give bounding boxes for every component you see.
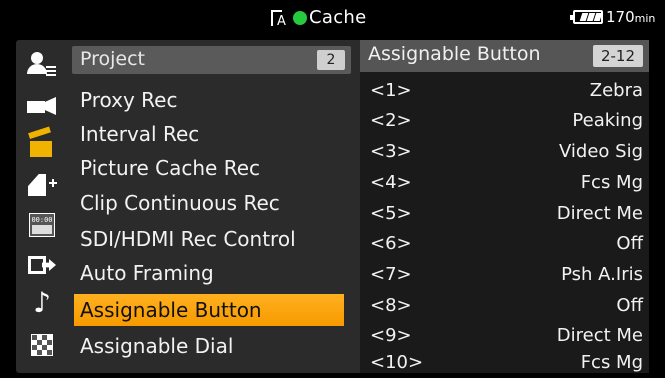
menu-item-assignable-dial[interactable]: Assignable Dial	[74, 330, 344, 362]
assign-key: <3>	[370, 141, 412, 162]
category-user[interactable]	[22, 48, 62, 82]
menu-item-picture-cache-rec[interactable]: Picture Cache Rec	[74, 152, 344, 184]
camera-icon	[27, 95, 57, 115]
assign-key: <5>	[370, 203, 412, 224]
assign-value: Peaking	[572, 110, 643, 131]
category-timecode[interactable]: 00:00	[22, 208, 62, 242]
panel-header: Assignable Button 2-12	[360, 40, 649, 72]
assign-value: Off	[616, 295, 643, 316]
battery-time-value: 170	[606, 8, 635, 26]
assign-key: <4>	[370, 172, 412, 193]
battery-time-unit: min	[634, 12, 656, 25]
timecode-icon: 00:00	[29, 213, 55, 237]
menu-list: Project 2 Proxy Rec Interval Rec Picture…	[70, 40, 403, 373]
category-column: 00:00 ♪	[16, 40, 70, 373]
media-slot-icon: A	[271, 9, 293, 29]
assign-key: <2>	[370, 110, 412, 131]
assign-value: Psh A.Iris	[561, 264, 643, 285]
menu-frame: 00:00 ♪ Project 2 Proxy Rec Interval Rec…	[16, 40, 649, 373]
user-settings-icon	[27, 52, 57, 78]
assign-value: Direct Me	[556, 325, 643, 346]
panel-title: Assignable Button	[368, 43, 541, 65]
audio-note-icon: ♪	[33, 286, 51, 319]
battery-icon	[570, 10, 603, 24]
battery-remaining: 170min	[606, 8, 655, 26]
assign-value: Fcs Mg	[580, 172, 643, 193]
media-slot-letter: A	[277, 14, 286, 29]
assignable-button-panel: Assignable Button 2-12 <1> Zebra <2> Peaki…	[360, 40, 649, 373]
assign-row[interactable]: <10> Fcs Mg	[360, 348, 649, 373]
category-output[interactable]	[22, 248, 62, 282]
assign-row[interactable]: <8> Off	[360, 291, 649, 320]
menu-item-assignable-button[interactable]: Assignable Button	[74, 294, 344, 326]
storage-label: Cache	[309, 7, 367, 28]
assign-row[interactable]: <9> Direct Me	[360, 321, 649, 350]
assign-row[interactable]: <3> Video Sig	[360, 137, 649, 166]
assign-value: Off	[616, 233, 643, 254]
assign-key: <6>	[370, 233, 412, 254]
assign-row[interactable]: <6> Off	[360, 229, 649, 258]
menu-item-proxy-rec[interactable]: Proxy Rec	[74, 84, 344, 116]
timecode-icon-text: 00:00	[31, 216, 53, 224]
status-bar: A Cache 170min	[0, 0, 665, 38]
assign-row[interactable]: <5> Direct Me	[360, 199, 649, 228]
menu-item-clip-continuous-rec[interactable]: Clip Continuous Rec	[74, 187, 344, 219]
assign-row[interactable]: <1> Zebra	[360, 76, 649, 105]
assign-value: Direct Me	[556, 203, 643, 224]
clapperboard-icon	[28, 126, 54, 159]
assign-value: Video Sig	[558, 141, 643, 162]
output-icon	[28, 254, 56, 276]
menu-item-auto-framing[interactable]: Auto Framing	[74, 257, 344, 289]
category-camera[interactable]	[22, 88, 62, 122]
display-checker-icon	[31, 334, 53, 356]
status-dot-icon	[293, 11, 307, 25]
category-display[interactable]	[22, 328, 62, 362]
media-card-icon	[28, 172, 57, 198]
menu-header-title: Project	[80, 48, 146, 70]
assign-row[interactable]: <7> Psh A.Iris	[360, 260, 649, 289]
category-audio[interactable]: ♪	[22, 286, 62, 320]
assign-key: <8>	[370, 295, 412, 316]
assign-row[interactable]: <2> Peaking	[360, 106, 649, 135]
assign-key: <10>	[370, 352, 424, 373]
menu-header: Project 2	[72, 46, 351, 74]
category-project[interactable]	[22, 126, 62, 163]
assign-value: Fcs Mg	[580, 352, 643, 373]
menu-item-interval-rec[interactable]: Interval Rec	[74, 118, 344, 150]
assign-row[interactable]: <4> Fcs Mg	[360, 168, 649, 197]
menu-item-sdi-hdmi-rec-control[interactable]: SDI/HDMI Rec Control	[74, 223, 344, 255]
assign-key: <9>	[370, 325, 412, 346]
category-media[interactable]	[22, 168, 62, 202]
panel-range-badge: 2-12	[592, 45, 643, 67]
assign-value: Zebra	[589, 80, 643, 101]
menu-page-badge: 2	[317, 50, 345, 70]
assign-key: <1>	[370, 80, 412, 101]
assign-key: <7>	[370, 264, 412, 285]
